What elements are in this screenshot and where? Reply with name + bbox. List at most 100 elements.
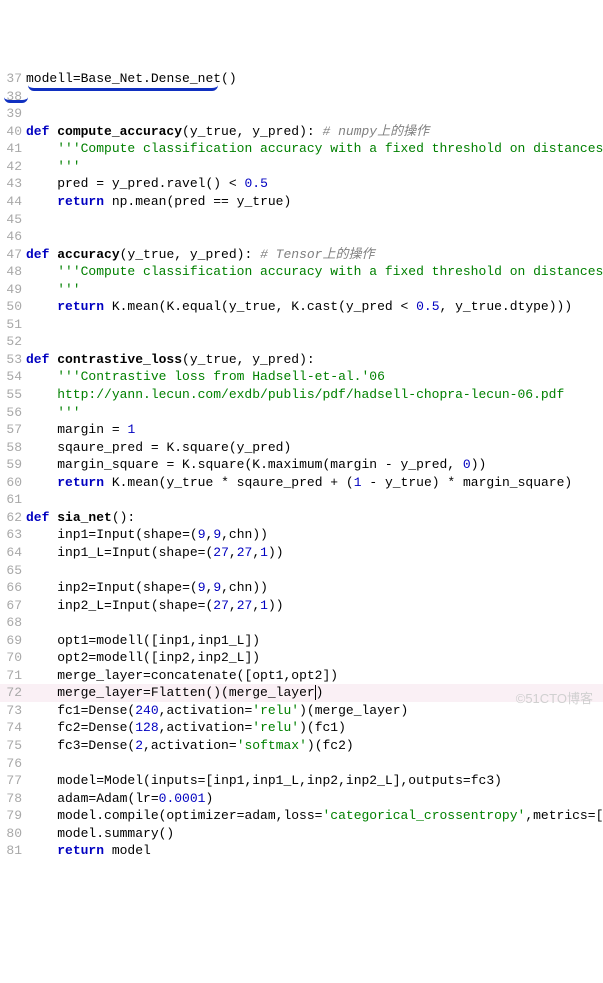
- code-line[interactable]: 52: [0, 333, 603, 351]
- line-content: opt2=modell([inp2,inp2_L]): [26, 649, 603, 667]
- line-content: '''Contrastive loss from Hadsell-et-al.'…: [26, 368, 603, 386]
- code-container: 37modell=Base_Net.Dense_net()38 39 40def…: [0, 70, 603, 860]
- line-content: [26, 333, 603, 351]
- line-number: 55: [0, 386, 26, 404]
- line-number: 77: [0, 772, 26, 790]
- line-content: return K.mean(y_true * sqaure_pred + (1 …: [26, 474, 603, 492]
- line-content: inp2=Input(shape=(9,9,chn)): [26, 579, 603, 597]
- code-line[interactable]: 53def contrastive_loss(y_true, y_pred):: [0, 351, 603, 369]
- code-line[interactable]: 62def sia_net():: [0, 509, 603, 527]
- code-line[interactable]: 67 inp2_L=Input(shape=(27,27,1)): [0, 597, 603, 615]
- line-number: 50: [0, 298, 26, 316]
- code-line[interactable]: 59 margin_square = K.square(K.maximum(ma…: [0, 456, 603, 474]
- line-content: ''': [26, 281, 603, 299]
- code-line[interactable]: 41 '''Compute classification accuracy wi…: [0, 140, 603, 158]
- code-line[interactable]: 72 merge_layer=Flatten()(merge_layer): [0, 684, 603, 702]
- code-line[interactable]: 58 sqaure_pred = K.square(y_pred): [0, 439, 603, 457]
- line-content: inp1_L=Input(shape=(27,27,1)): [26, 544, 603, 562]
- line-content: '''Compute classification accuracy with …: [26, 263, 603, 281]
- code-line[interactable]: 50 return K.mean(K.equal(y_true, K.cast(…: [0, 298, 603, 316]
- line-number: 67: [0, 597, 26, 615]
- line-number: 71: [0, 667, 26, 685]
- code-line[interactable]: 73 fc1=Dense(240,activation='relu')(merg…: [0, 702, 603, 720]
- line-number: 45: [0, 211, 26, 229]
- code-line[interactable]: 78 adam=Adam(lr=0.0001): [0, 790, 603, 808]
- code-line[interactable]: 64 inp1_L=Input(shape=(27,27,1)): [0, 544, 603, 562]
- line-number: 44: [0, 193, 26, 211]
- line-number: 59: [0, 456, 26, 474]
- line-content: model=Model(inputs=[inp1,inp1_L,inp2,inp…: [26, 772, 603, 790]
- line-number: 76: [0, 755, 26, 773]
- code-line[interactable]: 76: [0, 755, 603, 773]
- line-number: 46: [0, 228, 26, 246]
- line-content: margin = 1: [26, 421, 603, 439]
- line-number: 49: [0, 281, 26, 299]
- line-number: 41: [0, 140, 26, 158]
- line-content: [26, 211, 603, 229]
- line-content: [26, 316, 603, 334]
- code-line[interactable]: 57 margin = 1: [0, 421, 603, 439]
- line-number: 58: [0, 439, 26, 457]
- code-line[interactable]: 54 '''Contrastive loss from Hadsell-et-a…: [0, 368, 603, 386]
- line-content: def contrastive_loss(y_true, y_pred):: [26, 351, 603, 369]
- code-line[interactable]: 69 opt1=modell([inp1,inp1_L]): [0, 632, 603, 650]
- code-line[interactable]: 56 ''': [0, 404, 603, 422]
- line-content: [26, 228, 603, 246]
- code-line[interactable]: 61: [0, 491, 603, 509]
- code-line[interactable]: 66 inp2=Input(shape=(9,9,chn)): [0, 579, 603, 597]
- line-number: 52: [0, 333, 26, 351]
- code-line[interactable]: 55 http://yann.lecun.com/exdb/publis/pdf…: [0, 386, 603, 404]
- code-line[interactable]: 44 return np.mean(pred == y_true): [0, 193, 603, 211]
- code-line[interactable]: 40def compute_accuracy(y_true, y_pred): …: [0, 123, 603, 141]
- line-number: 37: [0, 70, 26, 88]
- line-content: [26, 562, 603, 580]
- line-number: 43: [0, 175, 26, 193]
- line-content: return model: [26, 842, 603, 860]
- code-line[interactable]: 46: [0, 228, 603, 246]
- code-line[interactable]: 63 inp1=Input(shape=(9,9,chn)): [0, 526, 603, 544]
- code-line[interactable]: 75 fc3=Dense(2,activation='softmax')(fc2…: [0, 737, 603, 755]
- code-line[interactable]: 51: [0, 316, 603, 334]
- code-line[interactable]: 45: [0, 211, 603, 229]
- line-content: http://yann.lecun.com/exdb/publis/pdf/ha…: [26, 386, 603, 404]
- code-line[interactable]: 60 return K.mean(y_true * sqaure_pred + …: [0, 474, 603, 492]
- code-line[interactable]: 81 return model: [0, 842, 603, 860]
- line-number: 56: [0, 404, 26, 422]
- code-line[interactable]: 43 pred = y_pred.ravel() < 0.5: [0, 175, 603, 193]
- code-editor[interactable]: 37modell=Base_Net.Dense_net()38 39 40def…: [0, 70, 603, 860]
- line-number: 72: [0, 684, 26, 702]
- code-line[interactable]: 68: [0, 614, 603, 632]
- code-line[interactable]: 39: [0, 105, 603, 123]
- code-line[interactable]: 79 model.compile(optimizer=adam,loss='ca…: [0, 807, 603, 825]
- code-line[interactable]: 47def accuracy(y_true, y_pred): # Tensor…: [0, 246, 603, 264]
- code-line[interactable]: 42 ''': [0, 158, 603, 176]
- line-content: def accuracy(y_true, y_pred): # Tensor上的…: [26, 246, 603, 264]
- line-number: 78: [0, 790, 26, 808]
- code-line[interactable]: 49 ''': [0, 281, 603, 299]
- line-content: model.summary(): [26, 825, 603, 843]
- line-number: 57: [0, 421, 26, 439]
- line-content: model.compile(optimizer=adam,loss='categ…: [26, 807, 603, 825]
- code-line[interactable]: 71 merge_layer=concatenate([opt1,opt2]): [0, 667, 603, 685]
- line-number: 40: [0, 123, 26, 141]
- line-number: 74: [0, 719, 26, 737]
- line-content: fc2=Dense(128,activation='relu')(fc1): [26, 719, 603, 737]
- code-line[interactable]: 74 fc2=Dense(128,activation='relu')(fc1): [0, 719, 603, 737]
- line-number: 63: [0, 526, 26, 544]
- line-number: 62: [0, 509, 26, 527]
- annotation-underline-1: [28, 82, 218, 91]
- line-content: fc3=Dense(2,activation='softmax')(fc2): [26, 737, 603, 755]
- line-content: adam=Adam(lr=0.0001): [26, 790, 603, 808]
- code-line[interactable]: 65: [0, 562, 603, 580]
- line-number: 65: [0, 562, 26, 580]
- code-line[interactable]: 77 model=Model(inputs=[inp1,inp1_L,inp2,…: [0, 772, 603, 790]
- code-line[interactable]: 48 '''Compute classification accuracy wi…: [0, 263, 603, 281]
- code-line[interactable]: 70 opt2=modell([inp2,inp2_L]): [0, 649, 603, 667]
- line-content: return K.mean(K.equal(y_true, K.cast(y_p…: [26, 298, 603, 316]
- line-content: [26, 491, 603, 509]
- line-number: 79: [0, 807, 26, 825]
- line-number: 70: [0, 649, 26, 667]
- code-line[interactable]: 80 model.summary(): [0, 825, 603, 843]
- line-content: inp1=Input(shape=(9,9,chn)): [26, 526, 603, 544]
- annotation-underline-2: [4, 94, 28, 103]
